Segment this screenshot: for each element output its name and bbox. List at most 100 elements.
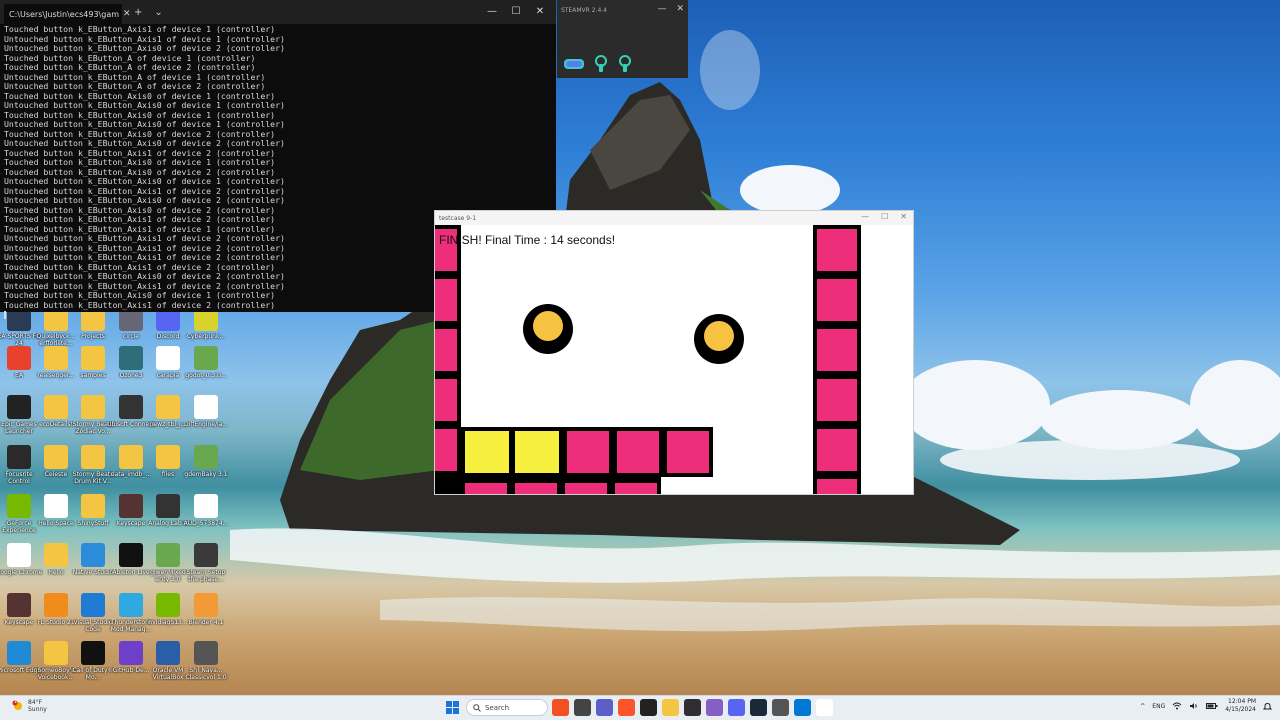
- wall-block: [435, 279, 457, 321]
- tray-chevron-icon[interactable]: ^: [1140, 703, 1145, 710]
- coin: [704, 321, 734, 351]
- file-explorer-icon[interactable]: [662, 699, 679, 716]
- clock-date: 4/15/2024: [1225, 706, 1256, 713]
- desktop-icon-label: Blender 4.1: [188, 619, 224, 626]
- weather-desc: Sunny: [28, 706, 47, 713]
- teams-icon[interactable]: [596, 699, 613, 716]
- terminal-tab-title: C:\Users\Justin\ecs493\gam: [9, 9, 120, 19]
- nvidia-icon: [7, 494, 31, 518]
- desktop-icon[interactable]: Sh! Nava... Classicvol 1.0: [181, 641, 231, 681]
- system-tray: ^ ENG 12:04 PM 4/15/2024: [1140, 698, 1272, 714]
- maximize-button[interactable]: ☐: [504, 6, 528, 17]
- steamvr-device-status: [563, 55, 633, 73]
- desktop-icon[interactable]: DiffEngine/la...: [181, 395, 231, 435]
- controller-icon[interactable]: [617, 55, 633, 73]
- steam-icon: [194, 543, 218, 567]
- steamvr-window-controls: — ✕: [657, 4, 684, 14]
- taskbar-search[interactable]: Search: [466, 699, 548, 716]
- steamvr-window[interactable]: STEAMVR 2.4.4 — ✕: [557, 0, 688, 78]
- nvidia-icon: [156, 593, 180, 617]
- desktop-icon[interactable]: godot_0.3.0...: [181, 346, 231, 386]
- chevron-down-icon[interactable]: ⌄: [148, 7, 168, 18]
- controller-icon[interactable]: [593, 55, 609, 73]
- desktop-icon[interactable]: Steam Setup the phase...: [181, 543, 231, 583]
- visual-studio-icon[interactable]: [706, 699, 723, 716]
- obs-icon[interactable]: [684, 699, 701, 716]
- terminal-tab[interactable]: C:\Users\Justin\ecs493\gam ✕: [4, 4, 131, 24]
- desktop-icon-label: Steam Setup the phase...: [186, 569, 226, 583]
- wall-block: [817, 379, 857, 421]
- terminal-icon[interactable]: [640, 699, 657, 716]
- close-button[interactable]: ✕: [676, 4, 684, 14]
- taskbar-apps: [552, 699, 833, 716]
- minimize-button[interactable]: —: [861, 212, 869, 221]
- language-indicator[interactable]: ENG: [1152, 703, 1165, 710]
- close-button[interactable]: ✕: [900, 212, 907, 221]
- desktop-icon[interactable]: gdemBaky 3.1: [181, 445, 231, 485]
- task-view-icon[interactable]: [574, 699, 591, 716]
- desktop-icon-label: Cyberpunk...: [186, 333, 226, 340]
- analog-lab-icon: [156, 494, 180, 518]
- clock[interactable]: 12:04 PM 4/15/2024: [1225, 698, 1256, 714]
- wall-block: [817, 329, 857, 371]
- folder-icon: [81, 445, 105, 469]
- terminal-titlebar[interactable]: C:\Users\Justin\ecs493\gam ✕ + ⌄ — ☐ ✕: [0, 0, 556, 24]
- globe-icon: [119, 346, 143, 370]
- godot-icon: [156, 543, 180, 567]
- folder-icon: [44, 346, 68, 370]
- yellow-block: [465, 431, 509, 473]
- desktop-icon[interactable]: AUD_573874...: [181, 494, 231, 534]
- steam-icon[interactable]: [750, 699, 767, 716]
- wifi-icon[interactable]: [1172, 702, 1182, 710]
- platform-block: [667, 431, 709, 473]
- maximize-button[interactable]: ☐: [881, 212, 888, 221]
- wall-block: [817, 429, 857, 471]
- weather-widget[interactable]: 1 84°F Sunny: [12, 699, 47, 713]
- app-icon[interactable]: [772, 699, 789, 716]
- headset-icon[interactable]: [563, 57, 585, 71]
- vscode-icon: [81, 593, 105, 617]
- keyscape-icon: [119, 494, 143, 518]
- brave-icon[interactable]: [618, 699, 635, 716]
- battery-icon[interactable]: [1206, 702, 1218, 710]
- floor-block: [465, 483, 507, 494]
- settings-icon[interactable]: [794, 699, 811, 716]
- new-tab-button[interactable]: +: [128, 7, 148, 18]
- wall-block: [435, 429, 457, 471]
- platform-block: [617, 431, 659, 473]
- steamvr-titlebar[interactable]: STEAMVR 2.4.4 — ✕: [557, 0, 688, 20]
- terminal-window-controls: — ☐ ✕: [480, 0, 552, 22]
- terminal-cursor: [4, 311, 6, 319]
- wall-block: [435, 329, 457, 371]
- folder-icon: [44, 641, 68, 665]
- discord-icon[interactable]: [728, 699, 745, 716]
- weather-temp: 84°F: [28, 699, 43, 706]
- chrome-icon[interactable]: [816, 699, 833, 716]
- game-titlebar[interactable]: testcase 9-1 — ☐ ✕: [435, 211, 913, 225]
- desktop-icon-label: Sh! Nava... Classicvol 1.0: [185, 667, 227, 681]
- wall-block: [817, 229, 857, 271]
- minimize-button[interactable]: —: [657, 4, 666, 14]
- game-scene: [435, 225, 861, 494]
- media-icon: [156, 346, 180, 370]
- desktop-icon[interactable]: Blender 4.1: [181, 593, 231, 633]
- platform-block: [567, 431, 609, 473]
- folder-icon: [81, 494, 105, 518]
- fl-studio-icon: [44, 593, 68, 617]
- game-window[interactable]: testcase 9-1 — ☐ ✕ FINISH! Final Time : …: [434, 210, 914, 495]
- shell-icon[interactable]: [552, 699, 569, 716]
- close-button[interactable]: ✕: [528, 6, 552, 17]
- notification-bell-icon[interactable]: [1263, 702, 1272, 711]
- taskbar: 1 84°F Sunny Search ^ ENG 12:04 PM 4/15/…: [0, 695, 1280, 720]
- ea-icon: [7, 346, 31, 370]
- ubisoft-icon: [119, 395, 143, 419]
- folder-icon: [81, 395, 105, 419]
- minimize-button[interactable]: —: [480, 6, 504, 17]
- game-canvas[interactable]: FINISH! Final Time : 14 seconds!: [435, 225, 913, 494]
- weather-badge: 1: [14, 699, 18, 705]
- folder-icon: [81, 346, 105, 370]
- github-icon: [119, 641, 143, 665]
- volume-icon[interactable]: [1189, 702, 1199, 710]
- clock-time: 12:04 PM: [1228, 698, 1256, 705]
- start-button[interactable]: [446, 701, 459, 714]
